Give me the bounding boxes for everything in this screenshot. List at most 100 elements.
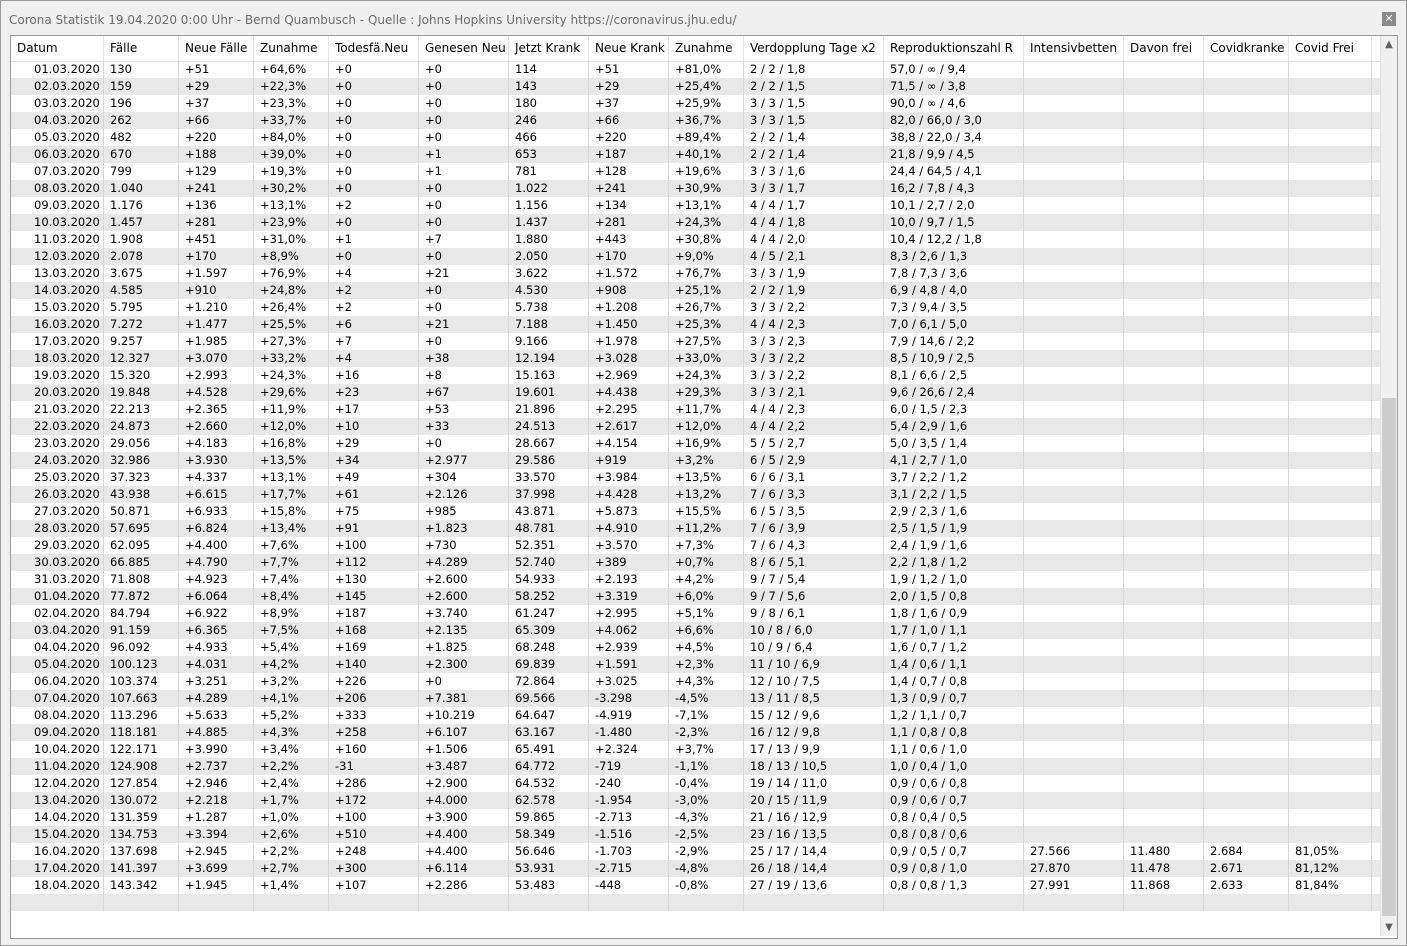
table-row[interactable]: 23.03.2020 29.056 +4.183 +16,8% +29 +0 28.667 +… xyxy=(11,435,1381,452)
table-row[interactable]: 11.03.2020 1.908 +451 +31,0% +1 +7 1.880 +443 +3… xyxy=(11,231,1381,248)
table-row[interactable]: 08.03.2020 1.040 +241 +30,2% +0 +0 1.022 +241 +3… xyxy=(11,180,1381,197)
table-row[interactable]: 14.04.2020 131.359 +1.287 +1,0% +100 +3.900 59… xyxy=(11,809,1381,826)
col-zunahme-header[interactable]: Zunahme xyxy=(254,36,329,61)
table-row[interactable]: 13.04.2020 130.072 +2.218 +1,7% +172 +4.000 62… xyxy=(11,792,1381,809)
table-row[interactable]: 02.04.2020 84.794 +6.922 +8,9% +187 +3.740 61.… xyxy=(11,605,1381,622)
table-row[interactable]: 25.03.2020 37.323 +4.337 +13,1% +49 +304 33.57… xyxy=(11,469,1381,486)
table-row[interactable]: 03.04.2020 91.159 +6.365 +7,5% +168 +2.135 65.… xyxy=(11,622,1381,639)
col-reproduktionszahl-cell: 6,0 / 1,5 / 2,3 xyxy=(884,401,1024,418)
table-row[interactable]: 11.04.2020 124.908 +2.737 +2,2% -31 +3.487 64.… xyxy=(11,758,1381,775)
col-faelle-cell: 62.095 xyxy=(104,537,179,554)
col-genesen-neu-header[interactable]: Genesen Neu xyxy=(419,36,509,61)
col-intensivbetten-header[interactable]: Intensivbetten xyxy=(1024,36,1124,61)
col-faelle-cell: 22.213 xyxy=(104,401,179,418)
col-todesfaelle-neu-cell: +258 xyxy=(329,724,419,741)
col-zunahme-cell: +4,2% xyxy=(254,656,329,673)
table-row[interactable]: 02.03.2020 159 +29 +22,3% +0 +0 143 +29 +25,4% 2 … xyxy=(11,78,1381,95)
table-row[interactable]: 21.03.2020 22.213 +2.365 +11,9% +17 +53 21.896… xyxy=(11,401,1381,418)
col-todesfaelle-neu-cell: +49 xyxy=(329,469,419,486)
table-row[interactable]: 15.03.2020 5.795 +1.210 +26,4% +2 +0 5.738 +1.2… xyxy=(11,299,1381,316)
table-row[interactable]: 03.03.2020 196 +37 +23,3% +0 +0 180 +37 +25,9% 3 … xyxy=(11,95,1381,112)
col-neue-krank-cell: +66 xyxy=(589,112,669,129)
table-row[interactable]: 09.04.2020 118.181 +4.885 +4,3% +258 +6.107 63… xyxy=(11,724,1381,741)
col-datum-cell: 12.04.2020 xyxy=(28,775,104,792)
table-row[interactable]: 06.03.2020 670 +188 +39,0% +0 +1 653 +187 +40,1%… xyxy=(11,146,1381,163)
col-covidkranke-cell xyxy=(1204,775,1289,792)
table-row[interactable]: 29.03.2020 62.095 +4.400 +7,6% +100 +730 52.35… xyxy=(11,537,1381,554)
col-davon-frei-header[interactable]: Davon frei xyxy=(1124,36,1204,61)
scroll-thumb[interactable] xyxy=(1382,398,1396,916)
table-row[interactable]: 10.03.2020 1.457 +281 +23,9% +0 +0 1.437 +281 +2… xyxy=(11,214,1381,231)
table-row[interactable]: 17.03.2020 9.257 +1.985 +27,3% +7 +0 9.166 +1.9… xyxy=(11,333,1381,350)
table-row[interactable]: 06.04.2020 103.374 +3.251 +3,2% +226 +0 72.864… xyxy=(11,673,1381,690)
col-covid-frei-header[interactable]: Covid Frei xyxy=(1289,36,1372,61)
col-reproduktionszahl-cell: 5,4 / 2,9 / 1,6 xyxy=(884,418,1024,435)
table-row[interactable]: 16.04.2020 137.698 +2.945 +2,2% +248 +4.400 56… xyxy=(11,843,1381,860)
table-row[interactable]: 05.04.2020 100.123 +4.031 +4,2% +140 +2.300 69… xyxy=(11,656,1381,673)
table-row[interactable]: 14.03.2020 4.585 +910 +24,8% +2 +0 4.530 +908 +2… xyxy=(11,282,1381,299)
col-reproduktionszahl-header[interactable]: Reproduktionszahl R xyxy=(884,36,1024,61)
table-row[interactable]: 04.03.2020 262 +66 +33,7% +0 +0 246 +66 +36,7% 3 … xyxy=(11,112,1381,129)
table-row[interactable]: 10.04.2020 122.171 +3.990 +3,4% +160 +1.506 65… xyxy=(11,741,1381,758)
col-intensivbetten-cell xyxy=(1024,588,1124,605)
table-row[interactable]: 18.03.2020 12.327 +3.070 +33,2% +4 +38 12.194 +… xyxy=(11,350,1381,367)
table-row[interactable]: 16.03.2020 7.272 +1.477 +25,5% +6 +21 7.188 +1.… xyxy=(11,316,1381,333)
col-covid-frei-cell xyxy=(1289,792,1372,809)
table-row[interactable]: 15.04.2020 134.753 +3.394 +2,6% +510 +4.400 58… xyxy=(11,826,1381,843)
table-row[interactable] xyxy=(11,894,1381,911)
table-row[interactable]: 07.03.2020 799 +129 +19,3% +0 +1 781 +128 +19,6%… xyxy=(11,163,1381,180)
table-row[interactable]: 05.03.2020 482 +220 +84,0% +0 +0 466 +220 +89,4%… xyxy=(11,129,1381,146)
col-datum-cell: 15.04.2020 xyxy=(28,826,104,843)
col-covidkranke-cell xyxy=(1204,146,1289,163)
table-row[interactable]: 18.04.2020 143.342 +1.945 +1,4% +107 +2.286 53… xyxy=(11,877,1381,894)
close-button[interactable]: ✕ xyxy=(1382,12,1396,26)
col-todesfaelle-neu-header[interactable]: Todesfä.Neu xyxy=(329,36,419,61)
table-row[interactable]: 24.03.2020 32.986 +3.930 +13,5% +34 +2.977 29.… xyxy=(11,452,1381,469)
col-verdopplung-header[interactable]: Verdopplung Tage x2 xyxy=(744,36,884,61)
table-row[interactable]: 12.03.2020 2.078 +170 +8,9% +0 +0 2.050 +170 +9,… xyxy=(11,248,1381,265)
col-datum-header[interactable]: Datum xyxy=(11,36,104,61)
table-row[interactable]: 07.04.2020 107.663 +4.289 +4,1% +206 +7.381 69… xyxy=(11,690,1381,707)
scroll-up-arrow-icon[interactable]: ▲ xyxy=(1381,36,1397,53)
table-row[interactable]: 27.03.2020 50.871 +6.933 +15,8% +75 +985 43.87… xyxy=(11,503,1381,520)
table-row[interactable]: 01.03.2020 130 +51 +64,6% +0 +0 114 +51 +81,0% 2 … xyxy=(11,61,1381,78)
table-row[interactable]: 28.03.2020 57.695 +6.824 +13,4% +91 +1.823 48.… xyxy=(11,520,1381,537)
table-row[interactable]: 22.03.2020 24.873 +2.660 +12,0% +10 +33 24.513… xyxy=(11,418,1381,435)
table-row[interactable]: 30.03.2020 66.885 +4.790 +7,7% +112 +4.289 52.… xyxy=(11,554,1381,571)
table-row[interactable]: 17.04.2020 141.397 +3.699 +2,7% +300 +6.114 53… xyxy=(11,860,1381,877)
col-faelle-header[interactable]: Fälle xyxy=(104,36,179,61)
table-row[interactable]: 26.03.2020 43.938 +6.615 +17,7% +61 +2.126 37.… xyxy=(11,486,1381,503)
table-row[interactable]: 01.04.2020 77.872 +6.064 +8,4% +145 +2.600 58.… xyxy=(11,588,1381,605)
col-zunahme-krank-header[interactable]: Zunahme xyxy=(669,36,744,61)
col-jetzt-krank-header[interactable]: Jetzt Krank xyxy=(509,36,589,61)
col-verdopplung-cell: 3 / 3 / 2,1 xyxy=(744,384,884,401)
col-intensivbetten-cell xyxy=(1024,214,1124,231)
col-todesfaelle-neu-cell: +7 xyxy=(329,333,419,350)
table-row[interactable]: 13.03.2020 3.675 +1.597 +76,9% +4 +21 3.622 +1.… xyxy=(11,265,1381,282)
col-zunahme-krank-cell: +30,9% xyxy=(669,180,744,197)
table-row[interactable]: 20.03.2020 19.848 +4.528 +29,6% +23 +67 19.601… xyxy=(11,384,1381,401)
col-neue-faelle-cell: +4.528 xyxy=(179,384,254,401)
col-covidkranke-cell xyxy=(1204,418,1289,435)
table-row[interactable]: 08.04.2020 113.296 +5.633 +5,2% +333 +10.219 6… xyxy=(11,707,1381,724)
col-jetzt-krank-cell: 48.781 xyxy=(509,520,589,537)
table-row[interactable]: 31.03.2020 71.808 +4.923 +7,4% +130 +2.600 54.… xyxy=(11,571,1381,588)
col-reproduktionszahl-cell: 0,8 / 0,8 / 1,3 xyxy=(884,877,1024,894)
table-row[interactable]: 19.03.2020 15.320 +2.993 +24,3% +16 +8 15.163 +… xyxy=(11,367,1381,384)
col-reproduktionszahl-cell: 10,4 / 12,2 / 1,8 xyxy=(884,231,1024,248)
col-covidkranke-header[interactable]: Covidkranke xyxy=(1204,36,1289,61)
scroll-down-arrow-icon[interactable]: ▼ xyxy=(1381,919,1397,936)
vertical-scrollbar[interactable]: ▲ ▼ xyxy=(1380,36,1397,936)
table-row[interactable]: 12.04.2020 127.854 +2.946 +2,4% +286 +2.900 64… xyxy=(11,775,1381,792)
col-reproduktionszahl-cell: 7,0 / 6,1 / 5,0 xyxy=(884,316,1024,333)
col-neue-faelle-cell: +4.400 xyxy=(179,537,254,554)
col-neue-krank-header[interactable]: Neue Krank xyxy=(589,36,669,61)
col-datum-cell: 29.03.2020 xyxy=(28,537,104,554)
col-covid-frei-cell xyxy=(1289,656,1372,673)
col-genesen-neu-cell xyxy=(419,894,509,911)
table-row[interactable]: 04.04.2020 96.092 +4.933 +5,4% +169 +1.825 68.… xyxy=(11,639,1381,656)
col-neue-faelle-header[interactable]: Neue Fälle xyxy=(179,36,254,61)
col-todesfaelle-neu-cell: +300 xyxy=(329,860,419,877)
col-datum-cell: 13.04.2020 xyxy=(28,792,104,809)
table-row[interactable]: 09.03.2020 1.176 +136 +13,1% +2 +0 1.156 +134 +1… xyxy=(11,197,1381,214)
